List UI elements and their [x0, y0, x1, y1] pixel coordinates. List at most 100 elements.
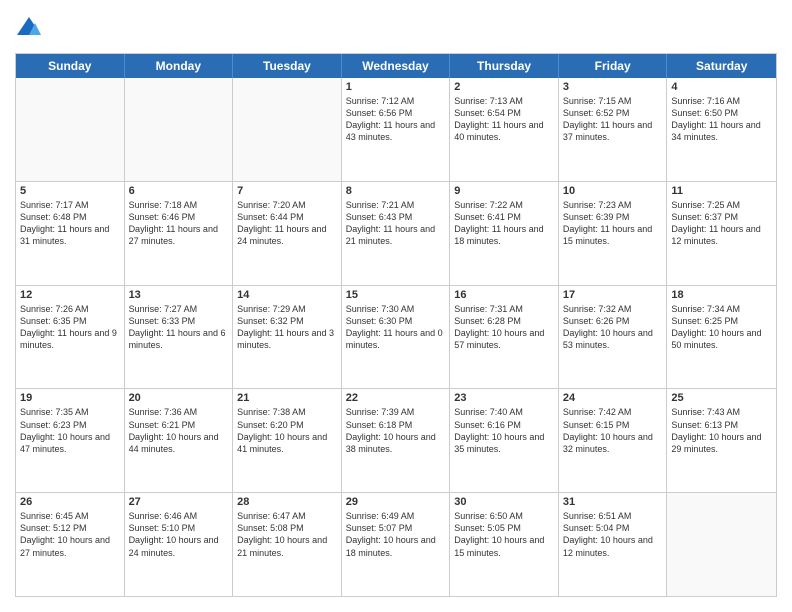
- day-cell-11: 11 Sunrise: 7:25 AM Sunset: 6:37 PM Dayli…: [667, 182, 776, 285]
- week-row-5: 26 Sunrise: 6:45 AM Sunset: 5:12 PM Dayli…: [16, 493, 776, 596]
- day-info: Sunrise: 7:12 AM Sunset: 6:56 PM Dayligh…: [346, 95, 446, 144]
- day-number: 29: [346, 496, 446, 508]
- day-number: 11: [671, 185, 772, 197]
- week-row-2: 5 Sunrise: 7:17 AM Sunset: 6:48 PM Daylig…: [16, 182, 776, 286]
- day-cell-5: 5 Sunrise: 7:17 AM Sunset: 6:48 PM Daylig…: [16, 182, 125, 285]
- day-number: 3: [563, 81, 663, 93]
- day-cell-17: 17 Sunrise: 7:32 AM Sunset: 6:26 PM Dayli…: [559, 286, 668, 389]
- day-cell-27: 27 Sunrise: 6:46 AM Sunset: 5:10 PM Dayli…: [125, 493, 234, 596]
- day-cell-23: 23 Sunrise: 7:40 AM Sunset: 6:16 PM Dayli…: [450, 389, 559, 492]
- day-info: Sunrise: 7:16 AM Sunset: 6:50 PM Dayligh…: [671, 95, 772, 144]
- day-number: 8: [346, 185, 446, 197]
- day-number: 15: [346, 289, 446, 301]
- day-number: 27: [129, 496, 229, 508]
- day-info: Sunrise: 6:47 AM Sunset: 5:08 PM Dayligh…: [237, 510, 337, 559]
- day-cell-4: 4 Sunrise: 7:16 AM Sunset: 6:50 PM Daylig…: [667, 78, 776, 181]
- day-number: 26: [20, 496, 120, 508]
- day-info: Sunrise: 6:46 AM Sunset: 5:10 PM Dayligh…: [129, 510, 229, 559]
- day-number: 5: [20, 185, 120, 197]
- day-info: Sunrise: 7:15 AM Sunset: 6:52 PM Dayligh…: [563, 95, 663, 144]
- day-info: Sunrise: 7:36 AM Sunset: 6:21 PM Dayligh…: [129, 406, 229, 455]
- page: SundayMondayTuesdayWednesdayThursdayFrid…: [0, 0, 792, 612]
- day-info: Sunrise: 6:51 AM Sunset: 5:04 PM Dayligh…: [563, 510, 663, 559]
- day-info: Sunrise: 7:40 AM Sunset: 6:16 PM Dayligh…: [454, 406, 554, 455]
- day-info: Sunrise: 7:18 AM Sunset: 6:46 PM Dayligh…: [129, 199, 229, 248]
- day-number: 30: [454, 496, 554, 508]
- day-info: Sunrise: 7:31 AM Sunset: 6:28 PM Dayligh…: [454, 303, 554, 352]
- day-cell-6: 6 Sunrise: 7:18 AM Sunset: 6:46 PM Daylig…: [125, 182, 234, 285]
- logo: [15, 15, 47, 43]
- day-cell-19: 19Sunrise: 7:35 AM Sunset: 6:23 PM Dayli…: [16, 389, 125, 492]
- day-number: 17: [563, 289, 663, 301]
- day-number: 13: [129, 289, 229, 301]
- day-info: Sunrise: 7:13 AM Sunset: 6:54 PM Dayligh…: [454, 95, 554, 144]
- day-cell-18: 18 Sunrise: 7:34 AM Sunset: 6:25 PM Dayli…: [667, 286, 776, 389]
- day-header-sunday: Sunday: [16, 54, 125, 78]
- day-cell-13: 13Sunrise: 7:27 AM Sunset: 6:33 PM Dayli…: [125, 286, 234, 389]
- calendar-body: 1 Sunrise: 7:12 AM Sunset: 6:56 PM Daylig…: [16, 78, 776, 596]
- day-number: 22: [346, 392, 446, 404]
- day-info: Sunrise: 6:49 AM Sunset: 5:07 PM Dayligh…: [346, 510, 446, 559]
- week-row-1: 1 Sunrise: 7:12 AM Sunset: 6:56 PM Daylig…: [16, 78, 776, 182]
- week-row-4: 19Sunrise: 7:35 AM Sunset: 6:23 PM Dayli…: [16, 389, 776, 493]
- day-cell-9: 9 Sunrise: 7:22 AM Sunset: 6:41 PM Daylig…: [450, 182, 559, 285]
- day-info: Sunrise: 7:38 AM Sunset: 6:20 PM Dayligh…: [237, 406, 337, 455]
- day-header-wednesday: Wednesday: [342, 54, 451, 78]
- day-cell-15: 15 Sunrise: 7:30 AM Sunset: 6:30 PM Dayli…: [342, 286, 451, 389]
- day-cell-30: 30 Sunrise: 6:50 AM Sunset: 5:05 PM Dayli…: [450, 493, 559, 596]
- day-info: Sunrise: 7:29 AM Sunset: 6:32 PM Dayligh…: [237, 303, 337, 352]
- day-cell-24: 24 Sunrise: 7:42 AM Sunset: 6:15 PM Dayli…: [559, 389, 668, 492]
- day-number: 10: [563, 185, 663, 197]
- day-number: 24: [563, 392, 663, 404]
- day-cell-20: 20 Sunrise: 7:36 AM Sunset: 6:21 PM Dayli…: [125, 389, 234, 492]
- day-cell-21: 21 Sunrise: 7:38 AM Sunset: 6:20 PM Dayli…: [233, 389, 342, 492]
- empty-cell: [16, 78, 125, 181]
- day-number: 28: [237, 496, 337, 508]
- day-cell-26: 26 Sunrise: 6:45 AM Sunset: 5:12 PM Dayli…: [16, 493, 125, 596]
- empty-cell: [125, 78, 234, 181]
- day-number: 20: [129, 392, 229, 404]
- calendar-header: SundayMondayTuesdayWednesdayThursdayFrid…: [16, 54, 776, 78]
- day-number: 31: [563, 496, 663, 508]
- day-header-friday: Friday: [559, 54, 668, 78]
- day-info: Sunrise: 7:17 AM Sunset: 6:48 PM Dayligh…: [20, 199, 120, 248]
- day-info: Sunrise: 7:21 AM Sunset: 6:43 PM Dayligh…: [346, 199, 446, 248]
- day-number: 21: [237, 392, 337, 404]
- day-info: Sunrise: 7:30 AM Sunset: 6:30 PM Dayligh…: [346, 303, 446, 352]
- day-info: Sunrise: 6:45 AM Sunset: 5:12 PM Dayligh…: [20, 510, 120, 559]
- day-info: Sunrise: 7:39 AM Sunset: 6:18 PM Dayligh…: [346, 406, 446, 455]
- day-number: 14: [237, 289, 337, 301]
- day-number: 7: [237, 185, 337, 197]
- day-cell-7: 7Sunrise: 7:20 AM Sunset: 6:44 PM Daylig…: [233, 182, 342, 285]
- day-info: Sunrise: 7:22 AM Sunset: 6:41 PM Dayligh…: [454, 199, 554, 248]
- day-number: 12: [20, 289, 120, 301]
- day-number: 23: [454, 392, 554, 404]
- day-number: 19: [20, 392, 120, 404]
- day-number: 2: [454, 81, 554, 93]
- day-cell-3: 3 Sunrise: 7:15 AM Sunset: 6:52 PM Daylig…: [559, 78, 668, 181]
- day-cell-10: 10Sunrise: 7:23 AM Sunset: 6:39 PM Dayli…: [559, 182, 668, 285]
- day-number: 18: [671, 289, 772, 301]
- week-row-3: 12Sunrise: 7:26 AM Sunset: 6:35 PM Dayli…: [16, 286, 776, 390]
- day-info: Sunrise: 7:42 AM Sunset: 6:15 PM Dayligh…: [563, 406, 663, 455]
- logo-icon: [15, 15, 43, 43]
- day-cell-31: 31 Sunrise: 6:51 AM Sunset: 5:04 PM Dayli…: [559, 493, 668, 596]
- day-number: 4: [671, 81, 772, 93]
- day-number: 6: [129, 185, 229, 197]
- day-info: Sunrise: 7:25 AM Sunset: 6:37 PM Dayligh…: [671, 199, 772, 248]
- day-info: Sunrise: 7:34 AM Sunset: 6:25 PM Dayligh…: [671, 303, 772, 352]
- day-cell-2: 2 Sunrise: 7:13 AM Sunset: 6:54 PM Daylig…: [450, 78, 559, 181]
- day-cell-12: 12Sunrise: 7:26 AM Sunset: 6:35 PM Dayli…: [16, 286, 125, 389]
- day-info: Sunrise: 7:32 AM Sunset: 6:26 PM Dayligh…: [563, 303, 663, 352]
- day-header-monday: Monday: [125, 54, 234, 78]
- day-number: 1: [346, 81, 446, 93]
- day-info: Sunrise: 6:50 AM Sunset: 5:05 PM Dayligh…: [454, 510, 554, 559]
- day-number: 9: [454, 185, 554, 197]
- day-cell-25: 25Sunrise: 7:43 AM Sunset: 6:13 PM Dayli…: [667, 389, 776, 492]
- day-cell-22: 22 Sunrise: 7:39 AM Sunset: 6:18 PM Dayli…: [342, 389, 451, 492]
- day-header-thursday: Thursday: [450, 54, 559, 78]
- header: [15, 15, 777, 43]
- day-cell-1: 1 Sunrise: 7:12 AM Sunset: 6:56 PM Daylig…: [342, 78, 451, 181]
- empty-cell: [233, 78, 342, 181]
- day-cell-14: 14 Sunrise: 7:29 AM Sunset: 6:32 PM Dayli…: [233, 286, 342, 389]
